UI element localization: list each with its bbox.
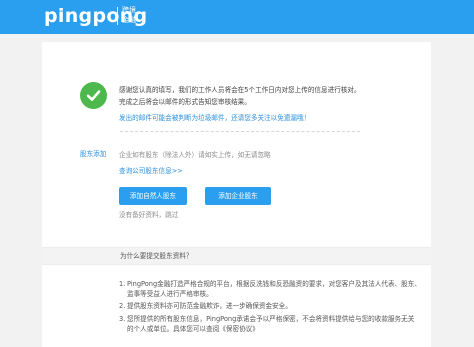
section-divider xyxy=(120,131,360,132)
reason-3-line2: 的个人或单位。具体您可以查阅《保密协议》 xyxy=(127,325,259,333)
reason-2-line1: 提供股东资料亦可防范金融欺诈，进一步确保资金安全。 xyxy=(127,302,292,310)
add-company-shareholder-button[interactable]: 添加企业股东 xyxy=(205,187,271,205)
reason-2-number: 2. xyxy=(119,302,126,310)
shareholder-instruction: 企业如有股东（除法人外）请如实上传，如无请忽略 xyxy=(119,151,271,159)
shareholder-section-label: 股东添加 xyxy=(80,150,107,158)
success-message-line2: 完成之后将会以邮件的形式告知您审核结果。 xyxy=(119,98,251,106)
skip-shareholder-link[interactable]: 没有备好资料，跳过 xyxy=(119,211,178,220)
reason-1-line2: 监事等受益人进行严格审核。 xyxy=(127,290,213,298)
success-check-icon xyxy=(80,82,107,109)
logo-subtitle: 跨境 金融 xyxy=(122,5,136,25)
logo-divider xyxy=(117,7,118,25)
success-message-line1: 感谢您认真的填写，我们的工作人员将会在5个工作日内对您上传的信息进行核对。 xyxy=(119,86,361,94)
spam-notice: 发出的邮件可能会被判断为垃圾邮件，还请您多关注以免遗漏哦！ xyxy=(119,114,311,122)
logo-subtitle-line1: 跨境 xyxy=(122,6,136,14)
reason-1-line1: PingPong金融打造严格合规的平台，根据反洗钱和反恐融资的要求，对您客户及其… xyxy=(127,280,421,288)
logo-subtitle-line2: 金融 xyxy=(122,16,136,24)
reason-3-number: 3. xyxy=(119,315,126,323)
reason-1-number: 1. xyxy=(119,280,126,288)
add-person-shareholder-button[interactable]: 添加自然人股东 xyxy=(119,187,187,205)
reason-3-line1: 您所提供的所有股东信息，PingPong承诺会予以严格保密，不会将资料提供给与您… xyxy=(127,315,415,323)
why-section-header: 为什么要提交股东资料？ xyxy=(42,247,431,265)
why-section-title: 为什么要提交股东资料？ xyxy=(120,252,193,260)
query-shareholder-link[interactable]: 查询公司股东信息>> xyxy=(119,167,183,176)
top-header-bar: pingpong 跨境 金融 xyxy=(0,0,474,34)
